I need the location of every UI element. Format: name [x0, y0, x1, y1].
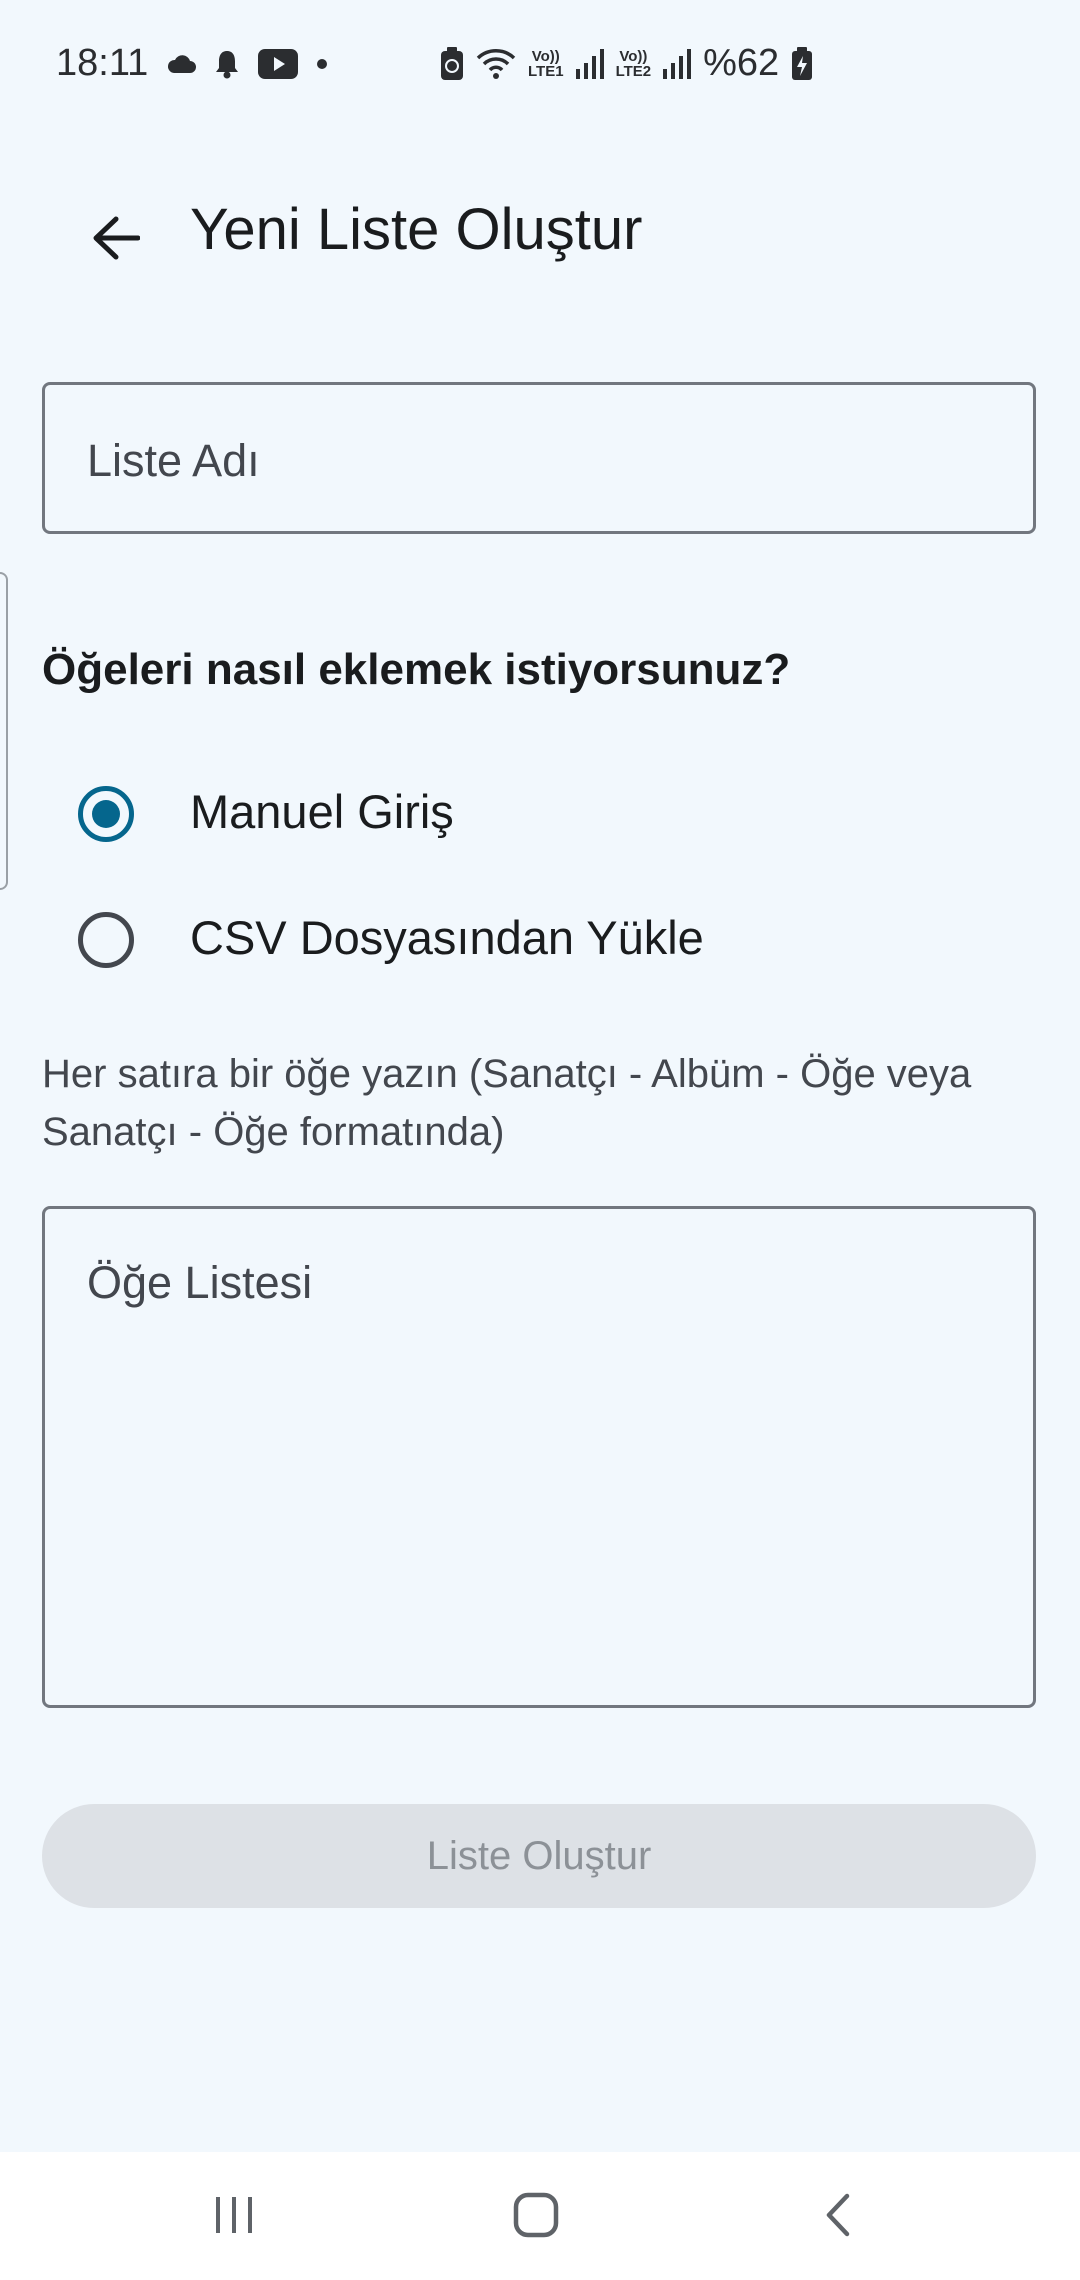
cloud-icon [166, 53, 197, 75]
home-icon [513, 2192, 559, 2243]
arrow-back-icon [92, 216, 141, 265]
home-button[interactable] [496, 2182, 576, 2252]
dot-icon [316, 58, 328, 70]
item-list-placeholder: Öğe Listesi [87, 1257, 313, 1308]
status-bar-right: Vo)) LTE1 Vo)) LTE2 %62 [440, 42, 813, 85]
status-bar: 18:11 Vo)) LTE1 Vo)) LTE2 %62 [0, 0, 1080, 130]
status-time: 18:11 [56, 42, 149, 84]
list-name-placeholder: Liste Adı [87, 435, 260, 486]
recents-icon [212, 2195, 256, 2240]
youtube-icon [258, 48, 299, 79]
system-nav-bar [0, 2152, 1080, 2280]
nav-back-button[interactable] [798, 2182, 878, 2252]
battery-charging-icon [791, 46, 813, 81]
signal-icon [663, 48, 692, 79]
volte-lte2-icon: Vo)) LTE2 [616, 49, 652, 79]
lte1-bottom: LTE1 [528, 62, 564, 80]
signal-icon [575, 48, 604, 79]
lte2-bottom: LTE2 [615, 62, 652, 80]
volte-lte1-icon: Vo)) LTE1 [528, 49, 564, 79]
back-button[interactable] [76, 200, 156, 280]
recents-button[interactable] [194, 2182, 274, 2252]
radio-button-unselected[interactable] [78, 912, 134, 968]
edge-handle[interactable] [0, 572, 8, 890]
radio-button-selected[interactable] [78, 786, 134, 842]
radio-option-csv[interactable]: CSV Dosyasından Yükle [70, 890, 970, 990]
radio-label-manual: Manuel Giriş [190, 785, 454, 838]
page-title: Yeni Liste Oluştur [190, 197, 643, 262]
radio-option-manual[interactable]: Manuel Giriş [70, 764, 970, 864]
app-bar: Yeni Liste Oluştur [0, 170, 1080, 290]
status-bar-left: 18:11 [56, 42, 328, 85]
recycle-battery-icon [440, 46, 464, 81]
item-list-textarea[interactable]: Öğe Listesi [42, 1206, 1036, 1708]
bell-icon [214, 49, 240, 79]
input-method-question: Öğeleri nasıl eklemek istiyorsunuz? [42, 645, 791, 694]
battery-percent: %62 [703, 42, 780, 84]
radio-label-csv: CSV Dosyasından Yükle [190, 911, 704, 964]
back-icon [823, 2193, 853, 2242]
list-name-field[interactable]: Liste Adı [42, 382, 1036, 534]
helper-text: Her satıra bir öğe yazın (Sanatçı - Albü… [42, 1052, 972, 1154]
create-list-button[interactable]: Liste Oluştur [42, 1804, 1036, 1908]
wifi-icon [476, 48, 516, 80]
